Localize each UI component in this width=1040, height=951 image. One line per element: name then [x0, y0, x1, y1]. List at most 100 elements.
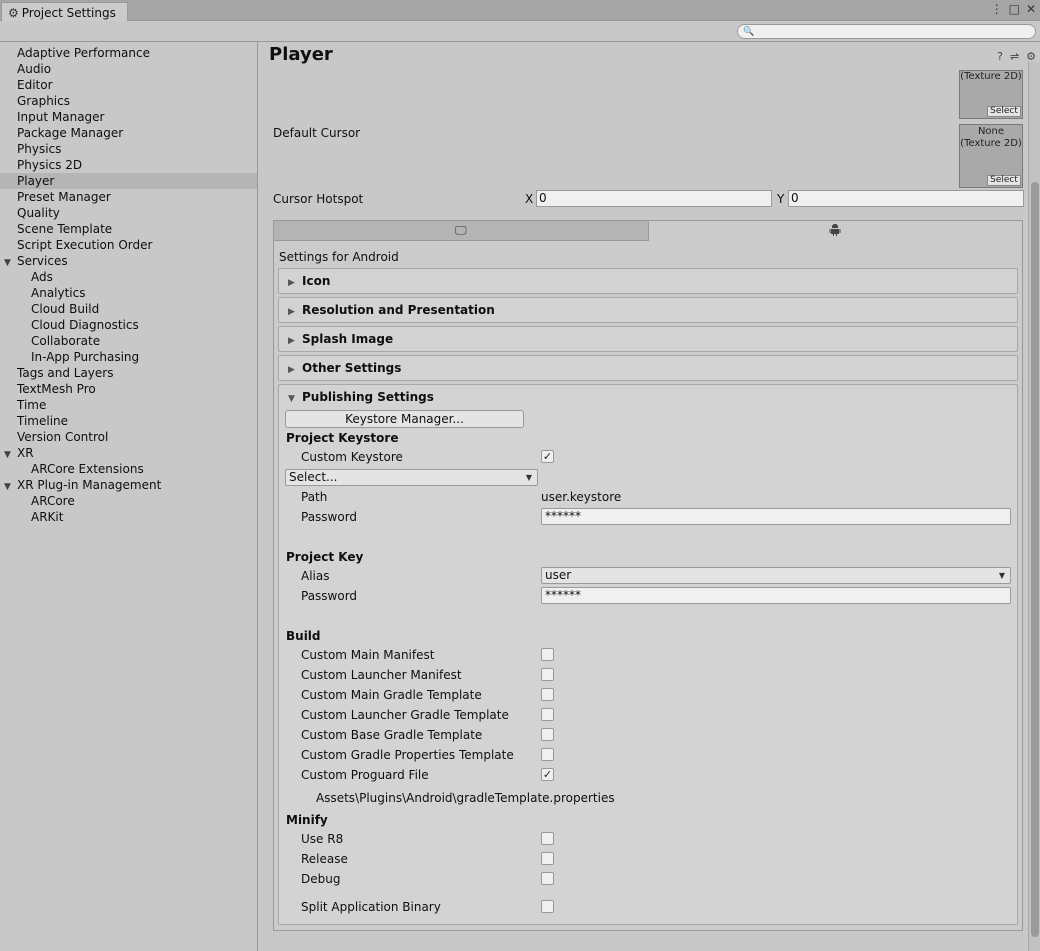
option-checkbox[interactable]: ✓: [541, 768, 554, 781]
sidebar-item-label: Adaptive Performance: [17, 46, 150, 60]
sidebar-item[interactable]: Editor: [0, 77, 257, 93]
project-settings-tab[interactable]: ⚙ Project Settings: [1, 2, 128, 22]
key-password-field[interactable]: ******: [541, 587, 1011, 604]
maximize-icon[interactable]: □: [1009, 2, 1020, 16]
sidebar-item[interactable]: Input Manager: [0, 109, 257, 125]
sidebar-item-label: Cloud Build: [31, 302, 100, 316]
default-cursor-select-button[interactable]: Select: [987, 175, 1021, 186]
custom-keystore-checkbox[interactable]: ✓: [541, 450, 554, 463]
toolbar: 🔍: [0, 21, 1040, 42]
help-icon[interactable]: ?: [997, 50, 1003, 63]
keystore-select-dropdown[interactable]: Select... ▼: [285, 469, 538, 486]
alias-dropdown[interactable]: user ▼: [541, 567, 1011, 584]
option-label: Custom Launcher Manifest: [301, 668, 462, 682]
sidebar-item-label: ARCore: [31, 494, 75, 508]
option-checkbox[interactable]: [541, 872, 554, 885]
chevron-down-icon: ▼: [525, 473, 532, 482]
vertical-scrollbar[interactable]: [1028, 62, 1040, 951]
sidebar-item[interactable]: Package Manager: [0, 125, 257, 141]
sidebar-item-label: Audio: [17, 62, 52, 76]
sidebar-item-label: Services: [17, 254, 68, 268]
hotspot-y-field[interactable]: 0: [788, 190, 1024, 207]
publishing-settings-header[interactable]: ▼ Publishing Settings: [288, 390, 434, 404]
close-icon[interactable]: ✕: [1026, 2, 1036, 16]
option-label: Debug: [301, 872, 341, 886]
caret-down-icon[interactable]: ▼: [4, 447, 17, 463]
settings-for-label: Settings for Android: [279, 250, 399, 264]
tab-android[interactable]: [648, 221, 1022, 241]
option-checkbox[interactable]: [541, 668, 554, 681]
option-checkbox[interactable]: [541, 748, 554, 761]
default-icon-texture[interactable]: (Texture 2D) Select: [959, 70, 1023, 119]
sidebar-item[interactable]: ARCore: [0, 493, 257, 509]
sidebar-item[interactable]: Adaptive Performance: [0, 45, 257, 61]
sidebar-item[interactable]: TextMesh Pro: [0, 381, 257, 397]
minify-header: Minify: [286, 813, 328, 827]
foldout-other[interactable]: ▶ Other Settings: [278, 355, 1018, 381]
sidebar-item[interactable]: ▼ XR: [0, 445, 257, 461]
option-label: Custom Launcher Gradle Template: [301, 708, 509, 722]
window-controls: ⋮ □ ✕: [991, 2, 1036, 16]
android-icon: [829, 223, 841, 239]
keystore-manager-button[interactable]: Keystore Manager...: [285, 410, 524, 428]
sidebar-item[interactable]: Ads: [0, 269, 257, 285]
sidebar-item[interactable]: Quality: [0, 205, 257, 221]
caret-down-icon: ▼: [288, 394, 295, 404]
foldout-resolution[interactable]: ▶ Resolution and Presentation: [278, 297, 1018, 323]
sidebar-item[interactable]: Audio: [0, 61, 257, 77]
foldout-splash[interactable]: ▶ Splash Image: [278, 326, 1018, 352]
default-cursor-texture[interactable]: None (Texture 2D) Select: [959, 124, 1023, 188]
sidebar-item[interactable]: ▼ Services: [0, 253, 257, 269]
alias-label: Alias: [301, 569, 330, 583]
search-input[interactable]: 🔍: [737, 24, 1036, 39]
sidebar-item-label: Cloud Diagnostics: [31, 318, 139, 332]
sidebar-item[interactable]: ▼ XR Plug-in Management: [0, 477, 257, 493]
path-label: Path: [301, 490, 328, 504]
sidebar-item[interactable]: Time: [0, 397, 257, 413]
sidebar-item-label: Physics: [17, 142, 62, 156]
option-checkbox[interactable]: [541, 852, 554, 865]
platform-settings-box: 🖵 Settings for Android ▶ Icon ▶ Resolution…: [273, 220, 1023, 931]
publishing-settings-title: Publishing Settings: [302, 390, 434, 404]
keystore-password-field[interactable]: ******: [541, 508, 1011, 525]
sidebar-item[interactable]: Player: [0, 173, 257, 189]
sidebar-item[interactable]: Cloud Build: [0, 301, 257, 317]
option-checkbox[interactable]: [541, 648, 554, 661]
caret-down-icon[interactable]: ▼: [4, 255, 17, 271]
hotspot-x-field[interactable]: 0: [536, 190, 772, 207]
sidebar-item[interactable]: ARCore Extensions: [0, 461, 257, 477]
sidebar-item[interactable]: Timeline: [0, 413, 257, 429]
option-checkbox[interactable]: [541, 832, 554, 845]
sidebar-item[interactable]: Cloud Diagnostics: [0, 317, 257, 333]
kebab-menu-icon[interactable]: ⋮: [991, 2, 1003, 16]
foldout-icon[interactable]: ▶ Icon: [278, 268, 1018, 294]
sidebar-item[interactable]: Script Execution Order: [0, 237, 257, 253]
tab-standalone[interactable]: 🖵: [274, 221, 649, 241]
sidebar-item[interactable]: Analytics: [0, 285, 257, 301]
caret-down-icon[interactable]: ▼: [4, 479, 17, 495]
preset-icon[interactable]: ⇌: [1010, 50, 1019, 63]
option-checkbox[interactable]: [541, 708, 554, 721]
sidebar-item[interactable]: Preset Manager: [0, 189, 257, 205]
sidebar-item[interactable]: Physics: [0, 141, 257, 157]
sidebar-item[interactable]: Collaborate: [0, 333, 257, 349]
sidebar-item-label: Collaborate: [31, 334, 101, 348]
chevron-down-icon: ▼: [998, 571, 1005, 580]
sidebar-item-label: In-App Purchasing: [31, 350, 140, 364]
hotspot-x-label: X: [525, 192, 534, 206]
split-binary-label: Split Application Binary: [301, 900, 441, 914]
sidebar-item[interactable]: ARKit: [0, 509, 257, 525]
sidebar-item[interactable]: Physics 2D: [0, 157, 257, 173]
sidebar-item[interactable]: In-App Purchasing: [0, 349, 257, 365]
option-checkbox[interactable]: [541, 728, 554, 741]
option-checkbox[interactable]: [541, 688, 554, 701]
split-binary-checkbox[interactable]: [541, 900, 554, 913]
sidebar-item[interactable]: Graphics: [0, 93, 257, 109]
foldout-resolution-label: Resolution and Presentation: [302, 303, 495, 317]
default-icon-select-button[interactable]: Select: [987, 106, 1021, 117]
sidebar-item[interactable]: Version Control: [0, 429, 257, 445]
sidebar-item-label: Script Execution Order: [17, 238, 153, 252]
scrollbar-thumb[interactable]: [1031, 182, 1039, 937]
sidebar-item[interactable]: Scene Template: [0, 221, 257, 237]
sidebar-item[interactable]: Tags and Layers: [0, 365, 257, 381]
